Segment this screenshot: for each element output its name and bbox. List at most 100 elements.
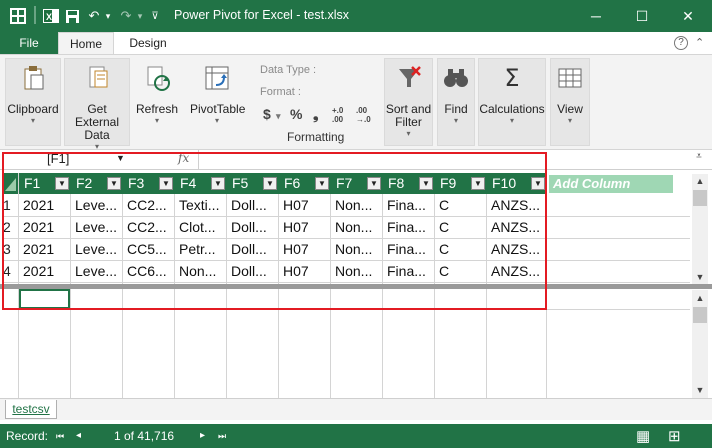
table-cell[interactable]: H07 [279, 217, 331, 238]
lower-scroll-down-icon[interactable]: ▼ [692, 384, 708, 396]
table-cell[interactable]: CC5... [123, 239, 175, 260]
table-cell[interactable]: Doll... [227, 195, 279, 216]
column-filter-icon[interactable]: ▼ [419, 177, 433, 190]
expand-formula-bar-icon[interactable]: ⩡ [690, 151, 708, 167]
column-header-f2[interactable]: F2 ▼ [71, 173, 123, 194]
table-cell[interactable]: Doll... [227, 217, 279, 238]
selected-calculation-cell[interactable] [19, 289, 70, 309]
refresh-button[interactable]: Refresh ▾ [133, 58, 181, 146]
collapse-ribbon-icon[interactable]: ⌃ [695, 36, 704, 49]
table-cell[interactable]: Leve... [71, 217, 123, 238]
table-cell[interactable]: Non... [331, 217, 383, 238]
row-number[interactable]: 1 [3, 195, 17, 216]
table-cell[interactable]: Leve... [71, 239, 123, 260]
table-cell[interactable]: Non... [331, 261, 383, 282]
currency-button[interactable]: $ [263, 106, 271, 122]
table-cell[interactable]: 2021 [19, 261, 71, 282]
save-icon[interactable] [63, 6, 81, 26]
upper-scroll-thumb[interactable] [693, 190, 707, 206]
table-cell[interactable]: 2021 [19, 217, 71, 238]
name-box-dropdown-icon[interactable]: ▼ [116, 153, 125, 163]
first-record-icon[interactable]: ⏮ [56, 431, 64, 442]
currency-dropdown-icon[interactable]: ▾ [276, 111, 281, 122]
increase-decimal-button[interactable]: +.0 .00 [332, 106, 352, 124]
sheet-tab-testcsv[interactable]: testcsv [5, 400, 57, 419]
help-icon[interactable]: ? [674, 36, 688, 50]
column-header-f9[interactable]: F9 ▼ [435, 173, 487, 194]
table-cell[interactable]: ANZS... [487, 195, 539, 216]
table-cell[interactable]: Non... [331, 195, 383, 216]
tab-home[interactable]: Home [58, 32, 114, 54]
get-external-data-button[interactable]: Get External Data ▾ [64, 58, 130, 151]
table-cell[interactable]: H07 [279, 195, 331, 216]
undo-icon[interactable]: ↶ [85, 6, 103, 26]
table-cell[interactable]: ANZS... [487, 239, 539, 260]
row-number[interactable]: 2 [3, 217, 17, 238]
column-filter-icon[interactable]: ▼ [55, 177, 69, 190]
lower-scroll-up-icon[interactable]: ▲ [692, 292, 708, 304]
lower-scroll-thumb[interactable] [693, 307, 707, 323]
next-record-icon[interactable]: ▸ [200, 430, 205, 441]
format-label[interactable]: Format : [260, 86, 301, 98]
column-header-f4[interactable]: F4 ▼ [175, 173, 227, 194]
table-cell[interactable]: CC6... [123, 261, 175, 282]
table-cell[interactable]: Doll... [227, 239, 279, 260]
table-cell[interactable]: C [435, 261, 487, 282]
clipboard-button[interactable]: Clipboard ▾ [5, 58, 61, 146]
table-cell[interactable]: Leve... [71, 195, 123, 216]
table-cell[interactable]: CC2... [123, 195, 175, 216]
select-all-corner[interactable] [2, 173, 18, 194]
table-cell[interactable]: 2021 [19, 195, 71, 216]
tab-design[interactable]: Design [118, 32, 178, 54]
column-header-f6[interactable]: F6 ▼ [279, 173, 331, 194]
table-cell[interactable]: C [435, 239, 487, 260]
decrease-decimal-button[interactable]: .00 →.0 [356, 106, 378, 124]
table-cell[interactable]: Clot... [175, 217, 227, 238]
calculations-button[interactable]: Σ Calculations ▾ [478, 58, 546, 146]
grid-splitter[interactable] [0, 284, 712, 289]
column-filter-icon[interactable]: ▼ [263, 177, 277, 190]
table-cell[interactable]: Fina... [383, 217, 435, 238]
table-cell[interactable]: ANZS... [487, 261, 539, 282]
table-cell[interactable]: Doll... [227, 261, 279, 282]
minimize-button[interactable]: ─ [573, 0, 619, 32]
column-filter-icon[interactable]: ▼ [159, 177, 173, 190]
tab-file[interactable]: File [0, 32, 58, 54]
column-header-f5[interactable]: F5 ▼ [227, 173, 279, 194]
redo-dropdown-icon[interactable]: ▾ [135, 6, 145, 26]
table-cell[interactable]: C [435, 217, 487, 238]
view-button[interactable]: View ▾ [550, 58, 590, 146]
last-record-icon[interactable]: ⏭ [218, 431, 226, 442]
table-cell[interactable]: ANZS... [487, 217, 539, 238]
percent-button[interactable]: % [290, 106, 302, 122]
table-cell[interactable]: CC2... [123, 217, 175, 238]
table-cell[interactable]: Leve... [71, 261, 123, 282]
column-header-f3[interactable]: F3 ▼ [123, 173, 175, 194]
data-type-label[interactable]: Data Type : [260, 64, 316, 76]
table-cell[interactable]: Texti... [175, 195, 227, 216]
column-filter-icon[interactable]: ▼ [531, 177, 545, 190]
redo-icon[interactable]: ↷ [117, 6, 135, 26]
maximize-button[interactable]: ☐ [619, 0, 665, 32]
table-cell[interactable]: 2021 [19, 239, 71, 260]
column-header-f8[interactable]: F8 ▼ [383, 173, 435, 194]
add-column-header[interactable]: Add Column [549, 175, 673, 193]
table-cell[interactable]: Petr... [175, 239, 227, 260]
table-cell[interactable]: Fina... [383, 239, 435, 260]
diagram-view-icon[interactable]: ⊞ [668, 427, 681, 445]
table-cell[interactable]: C [435, 195, 487, 216]
column-filter-icon[interactable]: ▼ [471, 177, 485, 190]
table-cell[interactable]: Fina... [383, 261, 435, 282]
close-button[interactable]: ✕ [665, 0, 711, 32]
table-cell[interactable]: Non... [331, 239, 383, 260]
name-box[interactable]: [F1] ▼ [4, 150, 174, 169]
previous-record-icon[interactable]: ◂ [76, 430, 81, 441]
table-cell[interactable]: Non... [175, 261, 227, 282]
column-filter-icon[interactable]: ▼ [315, 177, 329, 190]
find-button[interactable]: Find ▾ [437, 58, 475, 146]
column-header-f10[interactable]: F10 ▼ [487, 173, 547, 194]
upper-scroll-up-icon[interactable]: ▲ [692, 175, 708, 187]
customize-quick-access-icon[interactable]: ⊽ [149, 6, 161, 26]
upper-scroll-down-icon[interactable]: ▼ [692, 271, 708, 283]
pivottable-button[interactable]: PivotTable ▾ [189, 58, 245, 146]
